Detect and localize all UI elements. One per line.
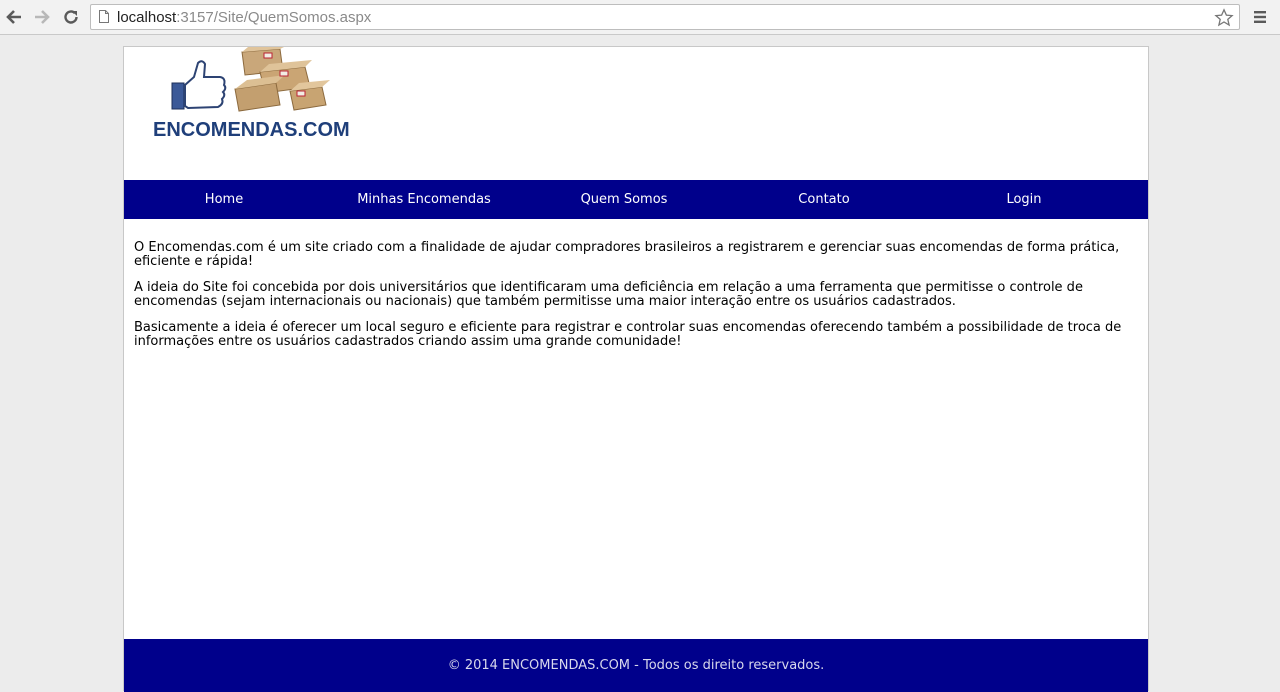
packages-icon: [234, 47, 330, 112]
footer-copyright: © 2014 ENCOMENDAS.COM - Todos os direito…: [447, 658, 825, 673]
main-navigation: Home Minhas Encomendas Quem Somos Contat…: [124, 180, 1148, 219]
forward-arrow-icon[interactable]: [31, 5, 53, 29]
page-icon: [99, 10, 109, 23]
thumbs-up-icon: [171, 60, 227, 110]
nav-quem-somos[interactable]: Quem Somos: [524, 180, 724, 219]
about-paragraph-2: A ideia do Site foi concebida por dois u…: [134, 280, 1083, 309]
url-text: localhost:3157/Site/QuemSomos.aspx: [117, 9, 372, 26]
site-footer: © 2014 ENCOMENDAS.COM - Todos os direito…: [124, 639, 1148, 692]
about-paragraph-1: O Encomendas.com é um site criado com a …: [134, 240, 1120, 269]
menu-icon[interactable]: [1251, 8, 1269, 26]
about-content: O Encomendas.com é um site criado com a …: [134, 241, 1139, 361]
bookmark-star-icon[interactable]: [1214, 8, 1234, 28]
about-paragraph-3: Basicamente a ideia é oferecer um local …: [134, 320, 1122, 349]
nav-contato[interactable]: Contato: [724, 180, 924, 219]
browser-toolbar: localhost:3157/Site/QuemSomos.aspx: [0, 0, 1280, 35]
reload-icon[interactable]: [60, 5, 82, 29]
logo-text: ENCOMENDAS.COM: [153, 119, 350, 141]
nav-minhas-encomendas[interactable]: Minhas Encomendas: [324, 180, 524, 219]
nav-login[interactable]: Login: [924, 180, 1124, 219]
back-arrow-icon[interactable]: [3, 5, 25, 29]
site-container: ENCOMENDAS.COM Home Minhas Encomendas Qu…: [123, 46, 1149, 692]
nav-home[interactable]: Home: [124, 180, 324, 219]
address-bar[interactable]: localhost:3157/Site/QuemSomos.aspx: [90, 4, 1240, 30]
site-header: ENCOMENDAS.COM: [124, 47, 1148, 180]
